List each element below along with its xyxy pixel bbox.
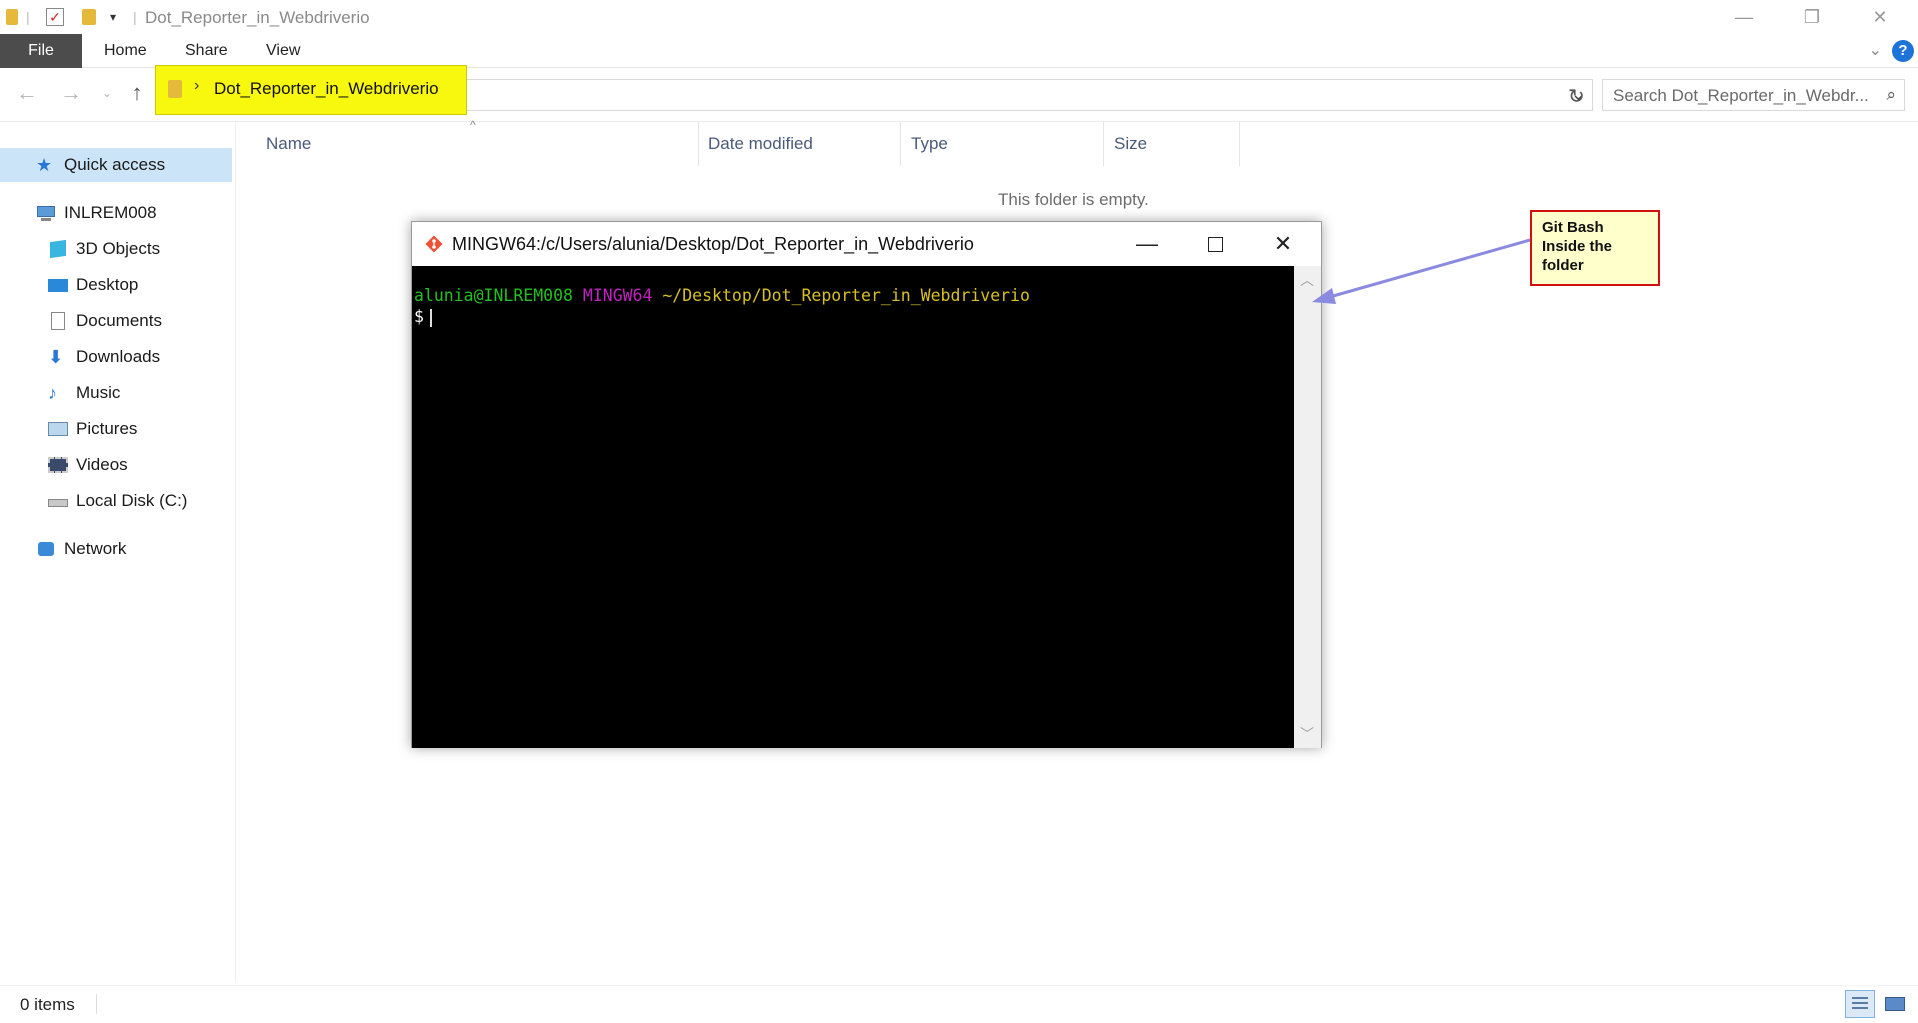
git-bash-minimize-button[interactable]: — <box>1113 222 1181 266</box>
download-icon: ⬇ <box>48 347 64 367</box>
refresh-icon[interactable]: ↻ <box>1568 84 1585 109</box>
recent-locations-icon[interactable]: ⌄ <box>94 86 120 100</box>
search-icon[interactable]: ⌕ <box>1886 85 1896 105</box>
sidebar-item-music[interactable]: ♪ Music <box>0 376 232 410</box>
chevron-right-icon[interactable]: › <box>194 77 199 95</box>
sidebar-item-videos[interactable]: Videos <box>0 448 232 482</box>
item-count: 0 items <box>20 995 75 1014</box>
prompt-path: ~/Desktop/Dot_Reporter_in_Webdriverio <box>662 286 1030 305</box>
folder-icon <box>168 80 182 98</box>
back-button[interactable]: ← <box>14 80 40 106</box>
pictures-icon <box>48 420 68 438</box>
sidebar-item-label: INLREM008 <box>64 203 157 222</box>
prompt-user: alunia@INLREM008 <box>414 286 573 305</box>
window-title: Dot_Reporter_in_Webdriverio <box>145 8 370 27</box>
close-button[interactable]: ✕ <box>1846 0 1914 34</box>
text-cursor <box>429 308 432 327</box>
sidebar-item-label: Videos <box>76 455 128 474</box>
music-icon: ♪ <box>48 383 57 403</box>
prompt-host: MINGW64 <box>582 286 653 305</box>
address-row: ← → ⌄ ↑ ⌄ › Dot_Reporter_in_Webdriverio … <box>0 65 1918 122</box>
tab-home[interactable]: Home <box>92 34 159 68</box>
sidebar-item-label: Network <box>64 539 127 558</box>
sidebar-item-label: Downloads <box>76 347 161 366</box>
sidebar-item-pictures[interactable]: Pictures <box>0 412 232 446</box>
large-icons-view-icon[interactable] <box>1880 990 1910 1018</box>
title-bar: | ✓ ▾ | Dot_Reporter_in_Webdriverio — ❐ … <box>0 0 1918 34</box>
help-icon[interactable]: ? <box>1892 40 1914 62</box>
disk-icon <box>48 492 68 510</box>
tab-share[interactable]: Share <box>173 34 240 68</box>
ribbon: File Home Share View ⌄ ? <box>0 34 1918 68</box>
computer-icon <box>36 204 56 222</box>
customize-toolbar-icon[interactable]: ▾ <box>110 6 116 28</box>
address-path[interactable]: Dot_Reporter_in_Webdriverio <box>214 79 439 99</box>
sort-ascending-icon: ^ <box>470 118 476 132</box>
star-icon: ★ <box>36 155 53 175</box>
column-header-name[interactable]: Name <box>256 122 699 166</box>
search-placeholder: Search Dot_Reporter_in_Webdr... <box>1613 86 1869 105</box>
column-header-date-modified[interactable]: Date modified <box>698 122 901 166</box>
terminal-input-line[interactable]: $ <box>414 307 432 327</box>
sidebar-item-label: Local Disk (C:) <box>76 491 188 510</box>
sidebar-item-local-disk[interactable]: Local Disk (C:) <box>0 484 232 518</box>
sidebar-item-desktop[interactable]: Desktop <box>0 268 232 302</box>
sidebar-item-downloads[interactable]: ⬇ Downloads <box>0 340 232 374</box>
sidebar-item-label: Pictures <box>76 419 138 438</box>
prompt-symbol: $ <box>414 307 424 326</box>
sidebar-item-label: Documents <box>76 311 162 330</box>
git-bash-maximize-button[interactable] <box>1181 222 1249 266</box>
expand-ribbon-icon[interactable]: ⌄ <box>1869 40 1882 60</box>
separator <box>96 994 97 1014</box>
desktop-icon <box>48 276 68 294</box>
column-header-type[interactable]: Type <box>901 122 1104 166</box>
address-path-highlight[interactable]: › Dot_Reporter_in_Webdriverio <box>155 65 467 115</box>
sidebar-item-label: 3D Objects <box>76 239 161 258</box>
sidebar-item-3d-objects[interactable]: 3D Objects <box>0 232 232 266</box>
video-icon <box>48 456 68 474</box>
sidebar-item-this-pc[interactable]: INLREM008 <box>0 196 232 230</box>
properties-icon[interactable]: ✓ <box>46 6 64 28</box>
up-button[interactable]: ↑ <box>124 80 150 106</box>
annotation-callout: Git Bash Inside the folder <box>1530 210 1660 286</box>
document-icon <box>48 312 68 330</box>
empty-folder-message: This folder is empty. <box>998 190 1149 209</box>
separator: | <box>26 9 30 25</box>
status-bar: 0 items <box>0 985 1918 1023</box>
git-bash-title: MINGW64:/c/Users/alunia/Desktop/Dot_Repo… <box>452 234 974 254</box>
tab-view[interactable]: View <box>254 34 312 68</box>
separator: | <box>133 9 137 25</box>
column-header-size[interactable]: Size <box>1104 122 1240 166</box>
terminal-scrollbar[interactable]: ︿ ﹀ <box>1294 266 1321 748</box>
tab-file[interactable]: File <box>0 34 82 68</box>
sidebar-item-documents[interactable]: Documents <box>0 304 232 338</box>
cube-icon <box>48 239 68 259</box>
restore-button[interactable]: ❐ <box>1778 0 1846 34</box>
network-icon <box>36 540 56 558</box>
callout-arrow <box>1312 238 1531 304</box>
search-input[interactable]: Search Dot_Reporter_in_Webdr... ⌕ <box>1602 79 1905 111</box>
terminal-area[interactable]: alunia@INLREM008 MINGW64 ~/Desktop/Dot_R… <box>412 266 1294 748</box>
terminal-prompt-line: alunia@INLREM008 MINGW64 ~/Desktop/Dot_R… <box>414 286 1030 305</box>
scroll-down-icon[interactable]: ﹀ <box>1300 724 1314 744</box>
sidebar-item-label: Desktop <box>76 275 139 294</box>
sidebar-item-label: Music <box>76 383 121 402</box>
sidebar-item-quick-access[interactable]: ★ Quick access <box>0 148 232 182</box>
navigation-pane: ★ Quick access INLREM008 3D Objects Desk… <box>0 122 236 982</box>
git-bash-title-bar[interactable]: MINGW64:/c/Users/alunia/Desktop/Dot_Repo… <box>412 222 1321 266</box>
sidebar-item-network[interactable]: Network <box>0 532 232 566</box>
git-bash-close-button[interactable]: ✕ <box>1249 222 1317 266</box>
git-bash-window[interactable]: MINGW64:/c/Users/alunia/Desktop/Dot_Repo… <box>411 221 1322 748</box>
details-view-icon[interactable] <box>1845 990 1875 1018</box>
minimize-button[interactable]: — <box>1710 0 1778 34</box>
folder-icon <box>6 6 18 28</box>
forward-button[interactable]: → <box>58 80 84 106</box>
new-folder-icon[interactable] <box>82 6 96 28</box>
git-logo-icon <box>425 235 443 253</box>
sidebar-item-label: Quick access <box>64 155 166 174</box>
